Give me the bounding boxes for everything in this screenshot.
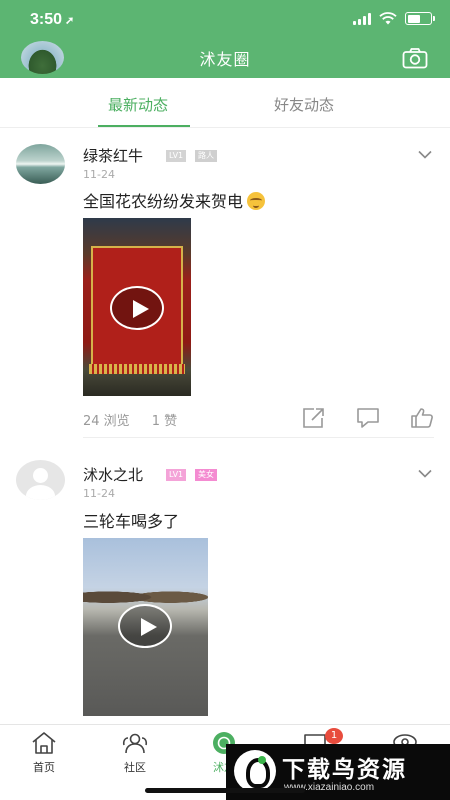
nav-label: 社区 <box>124 761 146 774</box>
clock-text: 3:50 <box>30 11 63 28</box>
user-name[interactable]: 绿茶红牛 <box>83 145 143 166</box>
post-actions <box>302 407 434 429</box>
watermark-logo <box>234 750 276 792</box>
background-trees <box>83 584 208 606</box>
unread-badge: 1 <box>325 728 343 744</box>
default-avatar-body <box>26 485 55 500</box>
home-indicator <box>145 788 305 793</box>
user-name[interactable]: 沭水之北 <box>83 464 143 485</box>
video-thumbnail[interactable] <box>83 218 191 396</box>
camera-icon[interactable] <box>402 47 428 69</box>
video-thumbnail[interactable] <box>83 538 208 716</box>
status-time: 3:50 ➚ <box>30 11 74 29</box>
default-avatar-icon <box>33 468 48 483</box>
post-stats: 24 浏览 1 赞 <box>83 410 199 429</box>
community-icon <box>122 733 148 754</box>
feed-tabs: 最新动态 好友动态 <box>0 78 450 128</box>
view-count: 24 浏览 <box>83 414 130 429</box>
title-badge: 路人 <box>195 150 217 162</box>
chevron-down-icon[interactable] <box>418 469 432 478</box>
post-text: 三轮车喝多了 <box>83 512 180 531</box>
tab-friends[interactable]: 好友动态 <box>274 94 334 115</box>
chevron-down-icon[interactable] <box>418 150 432 159</box>
emoji-icon <box>247 192 266 210</box>
like-count: 1 赞 <box>151 414 178 429</box>
wifi-icon <box>379 12 397 25</box>
like-icon[interactable] <box>410 407 434 429</box>
status-bar: 3:50 ➚ <box>0 0 450 40</box>
location-arrow-icon: ➚ <box>65 15 75 27</box>
post-date: 11-24 <box>83 168 115 181</box>
cellular-signal-icon <box>353 12 371 25</box>
nav-community[interactable]: 社区 <box>107 731 163 775</box>
level-badge: LV1 <box>166 150 187 162</box>
title-badge: 美女 <box>195 469 217 481</box>
active-tab-indicator <box>98 125 190 127</box>
comment-icon[interactable] <box>356 407 380 429</box>
post-text-content: 全国花农纷纷发来贺电 <box>83 192 244 211</box>
share-icon[interactable] <box>302 407 326 429</box>
feed-post: 沭水之北 LV1 美女 11-24 三轮车喝多了 <box>0 440 450 724</box>
pennant-fringe <box>89 364 185 374</box>
nav-label: 首页 <box>33 761 55 774</box>
level-badge: LV1 <box>166 469 187 481</box>
post-text: 全国花农纷纷发来贺电 <box>83 188 266 212</box>
home-icon <box>32 732 56 754</box>
play-icon[interactable] <box>118 604 172 648</box>
tab-latest[interactable]: 最新动态 <box>108 94 168 115</box>
app-header: 3:50 ➚ 沭友圈 <box>0 0 450 78</box>
post-divider <box>83 437 434 438</box>
nav-home[interactable]: 首页 <box>16 731 72 775</box>
post-date: 11-24 <box>83 487 115 500</box>
user-avatar[interactable] <box>16 460 65 500</box>
play-icon[interactable] <box>110 286 164 330</box>
user-avatar[interactable] <box>16 144 65 184</box>
page-title: 沭友圈 <box>199 50 251 69</box>
battery-icon <box>405 12 435 25</box>
status-icons <box>353 12 435 25</box>
feed-post: 绿茶红牛 LV1 路人 11-24 全国花农纷纷发来贺电 24 浏览 1 赞 <box>0 128 450 440</box>
watermark-title: 下载鸟资源 <box>282 757 407 783</box>
